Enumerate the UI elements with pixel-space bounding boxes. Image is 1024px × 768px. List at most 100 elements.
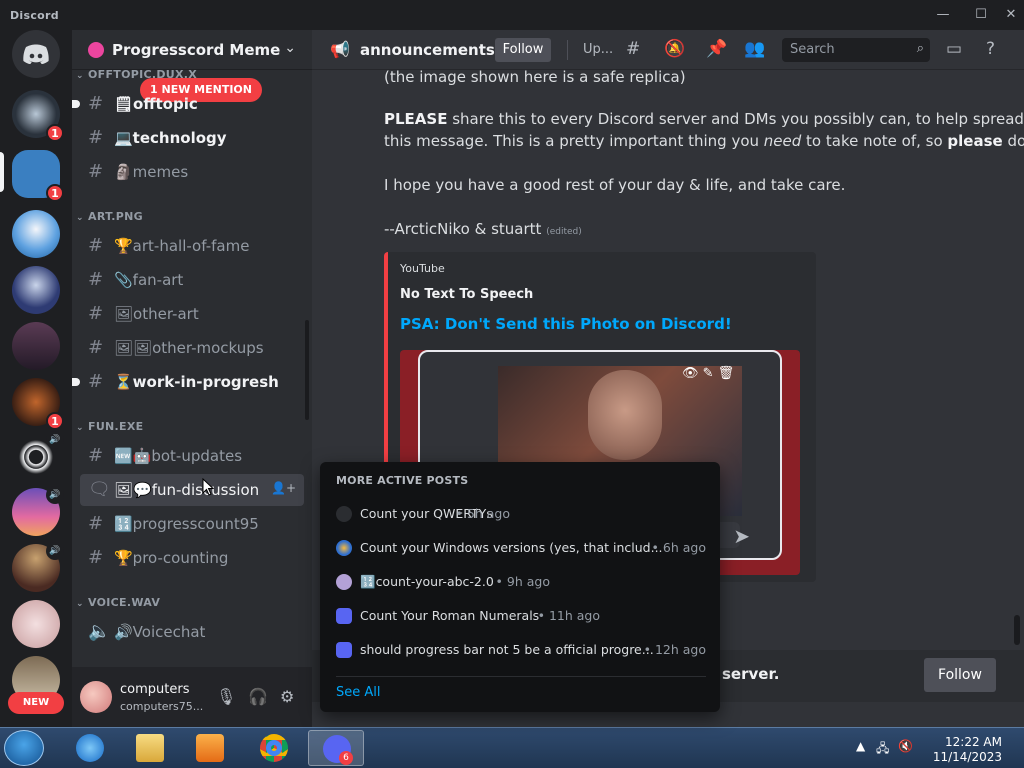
app-title: Discord — [10, 9, 59, 22]
active-post-item[interactable]: Count Your Roman Numerals • 11h ago — [336, 605, 706, 627]
new-unreads-button[interactable]: NEW — [8, 692, 64, 714]
pin-icon[interactable]: 📌 — [706, 39, 727, 59]
taskbar-file-explorer[interactable] — [122, 730, 178, 766]
channel-topic[interactable]: Up... — [583, 42, 613, 57]
channel-work-in-progresh[interactable]: # ⏳work-in-progresh — [72, 366, 304, 398]
clock-date[interactable]: 11/14/2023 — [933, 750, 1002, 764]
title-bar: Discord — ☐ ✕ — [0, 0, 1024, 30]
discord-logo-icon — [23, 44, 49, 64]
folder-icon — [136, 734, 164, 762]
speaker-icon: 🔈 — [88, 621, 111, 642]
popup-divider — [336, 676, 706, 677]
taskbar-chrome[interactable] — [246, 730, 302, 766]
category-voice[interactable]: ⌄ VOICE.WAV — [76, 596, 160, 609]
follow-button[interactable]: Follow — [495, 38, 551, 62]
hash-icon: # — [88, 127, 104, 148]
channel-offtopic[interactable]: # 🗒offtopic — [72, 88, 304, 120]
taskbar-media-player[interactable] — [182, 730, 238, 766]
unread-badge: 1 — [46, 124, 64, 142]
hash-icon: # — [88, 93, 104, 114]
headphones-icon[interactable]: 🎧 — [248, 687, 268, 706]
message-line: --ArcticNiko & stuartt (edited) — [384, 220, 582, 238]
mute-bell-icon[interactable]: 🔕 — [664, 39, 685, 59]
chrome-icon — [260, 734, 288, 762]
post-avatar — [336, 540, 352, 556]
chevron-down-icon: ⌄ — [284, 40, 296, 56]
active-post-item[interactable]: Count your QWERTYs • 5h ago — [336, 503, 706, 525]
settings-icon[interactable]: ⚙ — [280, 687, 294, 706]
taskbar-internet-explorer[interactable] — [62, 730, 118, 766]
embed-title-link[interactable]: PSA: Don't Send this Photo on Discord! — [400, 315, 732, 333]
add-member-icon[interactable]: 👤+ — [271, 481, 296, 495]
members-icon[interactable]: 👥 — [744, 39, 765, 59]
server-icon-9[interactable]: 🔊 — [12, 542, 64, 592]
avatar[interactable] — [80, 681, 112, 713]
server-icon-4[interactable] — [12, 266, 60, 314]
search-input[interactable]: Search ⌕ — [782, 38, 930, 62]
inbox-icon[interactable]: ▭ — [946, 39, 962, 59]
channel-technology[interactable]: # 💻technology — [80, 122, 304, 154]
server-icon-progresscord[interactable]: 1 — [12, 150, 64, 202]
hash-icon: # — [88, 547, 104, 568]
volume-muted-icon[interactable]: 🔇 — [898, 739, 913, 753]
server-header[interactable]: Progresscord Meme ⌄ — [72, 30, 312, 70]
message-line: this message. This is a pretty important… — [384, 132, 1024, 150]
internet-explorer-icon — [76, 734, 104, 762]
speaker-icon: 🔊 — [46, 542, 64, 560]
channel-progresscount95[interactable]: # 🔢progresscount95 — [80, 508, 304, 540]
category-art[interactable]: ⌄ ART.PNG — [76, 210, 143, 223]
edited-tag: (edited) — [546, 227, 582, 237]
unread-dot — [72, 100, 80, 108]
server-icon-1[interactable]: 1 — [12, 90, 64, 142]
home-button[interactable] — [12, 30, 60, 78]
sidebar-scrollbar[interactable] — [305, 320, 309, 420]
unread-badge: 1 — [46, 412, 64, 430]
tray-arrow-icon[interactable]: ▲ — [856, 739, 865, 753]
channel-bot-updates[interactable]: # 🆕🤖bot-updates — [80, 440, 304, 472]
server-icon-8[interactable]: 🔊 — [12, 486, 64, 536]
hash-icon: # — [88, 513, 104, 534]
hash-icon: # — [88, 161, 104, 182]
server-icon-5[interactable] — [12, 322, 60, 370]
clock-time[interactable]: 12:22 AM — [945, 735, 1002, 749]
active-post-item[interactable]: should progress bar not 5 be a official … — [336, 639, 706, 661]
selected-server-pill — [0, 152, 4, 192]
channel-pro-counting[interactable]: # 🏆pro-counting — [80, 542, 304, 574]
media-player-icon — [196, 734, 224, 762]
channel-memes[interactable]: # 🗿memes — [80, 156, 304, 188]
server-icon-10[interactable] — [12, 600, 60, 648]
user-panel: computers computers75... 🎙 🎧 ⚙ — [72, 667, 312, 727]
maximize-button[interactable]: ☐ — [968, 4, 994, 26]
minimize-button[interactable]: — — [930, 4, 956, 26]
see-all-link[interactable]: See All — [336, 685, 381, 700]
taskbar-discord[interactable]: 6 — [308, 730, 364, 766]
microphone-icon[interactable]: 🎙 — [216, 687, 236, 706]
channel-other-art[interactable]: # 🖼other-art — [80, 298, 304, 330]
post-avatar — [336, 608, 352, 624]
message-line: I hope you have a good rest of your day … — [384, 176, 846, 194]
embed-provider[interactable]: YouTube — [400, 262, 445, 275]
embed-author[interactable]: No Text To Speech — [400, 287, 533, 302]
network-icon[interactable]: 🖧 — [876, 739, 889, 760]
active-post-item[interactable]: Count your Windows versions (yes, that i… — [336, 537, 706, 559]
threads-icon[interactable]: # — [626, 39, 640, 59]
channel-other-mockups[interactable]: # 🖼🖼other-mockups — [80, 332, 304, 364]
server-icon-6[interactable]: 1 — [12, 378, 64, 430]
close-button[interactable]: ✕ — [998, 4, 1024, 26]
server-icon-7[interactable]: 🔊 — [12, 431, 64, 481]
hash-icon: # — [88, 371, 104, 392]
hash-icon: # — [88, 269, 104, 290]
channel-fun-discussion[interactable]: 🗨 🖼💬fun-discussion 👤+ — [80, 474, 304, 506]
chat-scrollbar[interactable] — [1014, 615, 1020, 645]
start-button[interactable] — [4, 730, 44, 766]
hash-icon: # — [88, 235, 104, 256]
category-fun[interactable]: ⌄ FUN.EXE — [76, 420, 143, 433]
channel-art-hall-of-fame[interactable]: # 🏆art-hall-of-fame — [80, 230, 304, 262]
channel-fan-art[interactable]: # 📎fan-art — [80, 264, 304, 296]
help-icon[interactable]: ? — [986, 39, 995, 59]
taskbar-badge: 6 — [339, 751, 353, 765]
server-icon-3[interactable] — [12, 210, 60, 258]
follow-banner-button[interactable]: Follow — [924, 658, 996, 692]
active-post-item[interactable]: 🔢count-your-abc-2.0 • 9h ago — [336, 571, 706, 593]
channel-voicechat[interactable]: 🔈 🔊Voicechat — [80, 616, 304, 648]
